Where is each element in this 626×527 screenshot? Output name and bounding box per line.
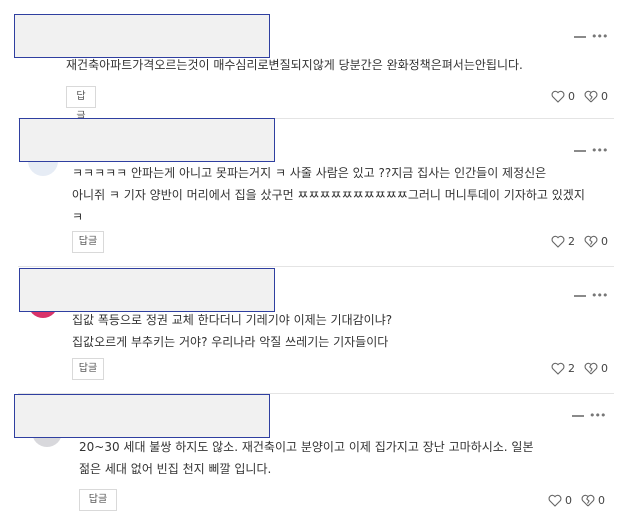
author-mask	[14, 14, 270, 58]
vote-group: 2 0	[551, 235, 608, 248]
comment-line: 20~30 세대 불쌍 하지도 않소. 재건축이고 분양이고 이제 집가지고 장…	[79, 440, 534, 454]
comment-line: ㅋ	[72, 210, 84, 224]
more-dots-icon: •••	[591, 144, 608, 157]
comment-item: ••• 20~30 세대 불쌍 하지도 않소. 재건축이고 분양이고 이제 집가…	[0, 393, 626, 527]
more-options[interactable]: •••	[574, 289, 608, 302]
more-dots-icon: •••	[591, 289, 608, 302]
comment-line: 집값 폭등으로 정권 교체 한다더니 기레기야 이제는 기대감이냐?	[72, 313, 393, 327]
broken-heart-icon	[584, 235, 598, 248]
broken-heart-icon	[584, 362, 598, 375]
comment-text: 재건축아파트가격오르는것이 매수심리로변질되지않게 당분간은 완화정책은펴서는안…	[66, 54, 523, 76]
reply-button[interactable]: 답글	[66, 86, 96, 122]
dislike-count: 0	[598, 494, 605, 507]
dislike-button[interactable]: 0	[584, 235, 608, 248]
more-options[interactable]: •••	[572, 409, 606, 422]
vote-group: 2 0	[551, 362, 608, 375]
dislike-button[interactable]: 0	[581, 494, 605, 507]
comment-item: ••• 집값 폭등으로 정권 교체 한다더니 기레기야 이제는 기대감이냐? 집…	[0, 266, 626, 393]
minus-icon	[574, 150, 586, 152]
reply-button[interactable]: 답글	[72, 231, 104, 253]
heart-icon	[551, 90, 565, 103]
minus-icon	[572, 415, 584, 417]
like-button[interactable]: 0	[551, 90, 575, 103]
author-mask	[19, 268, 275, 312]
comment-item: ••• ㅋㅋㅋㅋㅋ 안파는게 아니고 못파는거지 ㅋ 사줄 사람은 있고 ??지…	[0, 118, 626, 266]
comment-line: 젊은 세대 없어 빈집 천지 삐깔 입니다.	[79, 462, 272, 476]
dislike-count: 0	[601, 362, 608, 375]
heart-icon	[548, 494, 562, 507]
comment-text: 집값 폭등으로 정권 교체 한다더니 기레기야 이제는 기대감이냐? 집값오르게…	[72, 309, 392, 353]
author-mask	[19, 118, 275, 162]
like-count: 2	[568, 235, 575, 248]
heart-icon	[551, 362, 565, 375]
comment-item: ••• 재건축아파트가격오르는것이 매수심리로변질되지않게 당분간은 완화정책은…	[0, 0, 626, 122]
like-count: 2	[568, 362, 575, 375]
reply-button[interactable]: 답글	[79, 489, 117, 511]
heart-icon	[551, 235, 565, 248]
vote-group: 0 0	[548, 494, 605, 507]
minus-icon	[574, 36, 586, 38]
author-mask	[14, 394, 270, 438]
broken-heart-icon	[581, 494, 595, 507]
comment-line: ㅋㅋㅋㅋㅋ 안파는게 아니고 못파는거지 ㅋ 사줄 사람은 있고 ??지금 집사…	[72, 166, 547, 180]
dislike-count: 0	[601, 90, 608, 103]
more-options[interactable]: •••	[574, 144, 608, 157]
minus-icon	[574, 295, 586, 297]
dislike-button[interactable]: 0	[584, 90, 608, 103]
like-button[interactable]: 2	[551, 235, 575, 248]
more-options[interactable]: •••	[574, 30, 608, 43]
like-button[interactable]: 0	[548, 494, 572, 507]
reply-button[interactable]: 답글	[72, 358, 104, 380]
broken-heart-icon	[584, 90, 598, 103]
more-dots-icon: •••	[591, 30, 608, 43]
like-count: 0	[565, 494, 572, 507]
comment-line: 재건축아파트가격오르는것이 매수심리로변질되지않게 당분간은 완화정책은펴서는안…	[66, 58, 523, 72]
vote-group: 0 0	[551, 90, 608, 103]
more-dots-icon: •••	[589, 409, 606, 422]
comment-line: 아니쥐 ㅋ 기자 양반이 머리에서 집을 샀구먼 ㅉㅉㅉㅉㅉㅉㅉㅉㅉㅉ그러니 머…	[72, 188, 585, 202]
comment-text: 20~30 세대 불쌍 하지도 않소. 재건축이고 분양이고 이제 집가지고 장…	[79, 436, 534, 480]
like-count: 0	[568, 90, 575, 103]
comment-text: ㅋㅋㅋㅋㅋ 안파는게 아니고 못파는거지 ㅋ 사줄 사람은 있고 ??지금 집사…	[72, 162, 585, 228]
like-button[interactable]: 2	[551, 362, 575, 375]
comment-line: 집값오르게 부추키는 거야? 우리나라 악질 쓰레기는 기자들이다	[72, 335, 389, 349]
dislike-button[interactable]: 0	[584, 362, 608, 375]
dislike-count: 0	[601, 235, 608, 248]
